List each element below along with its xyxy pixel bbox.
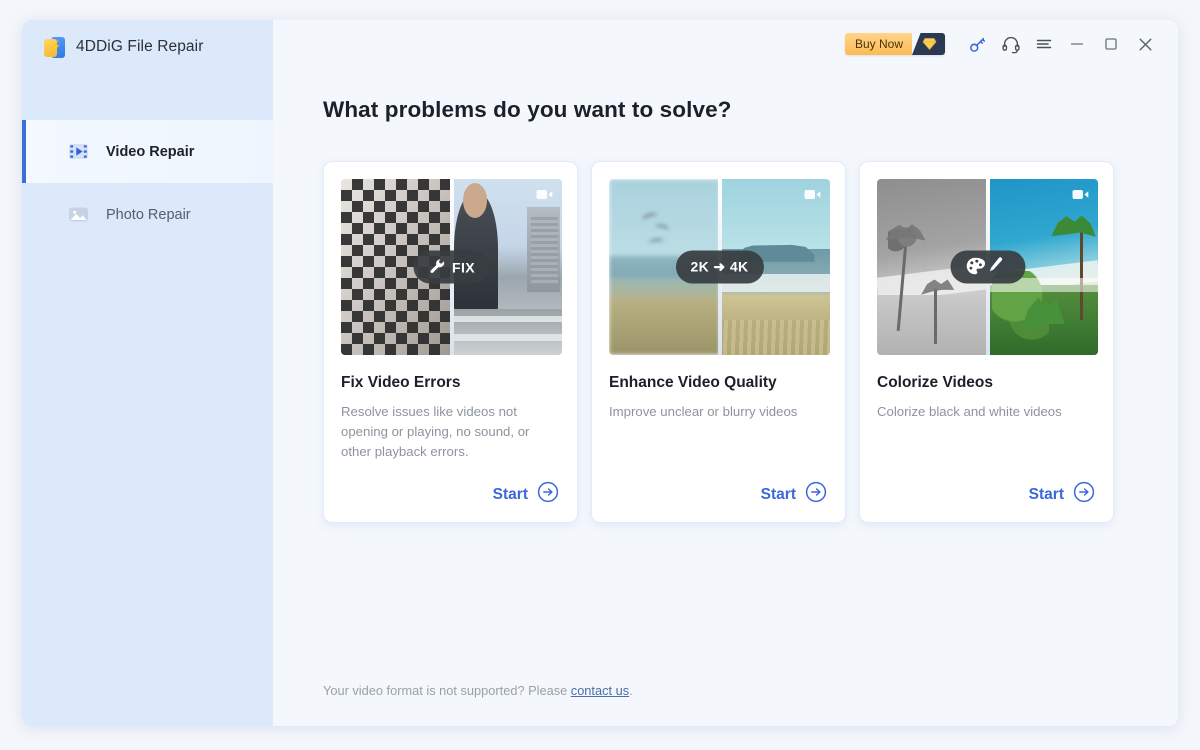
headset-icon[interactable] <box>994 28 1027 61</box>
card-grid: FIX Fix Video Errors Resolve issues like… <box>323 161 1178 523</box>
footer-text: Your video format is not supported? Plea… <box>323 683 571 698</box>
arrow-right-circle-icon <box>537 481 559 508</box>
card-badge-text: 2K ➜ 4K <box>690 259 748 276</box>
video-film-icon <box>66 139 91 164</box>
photo-image-icon <box>66 202 91 227</box>
main-content: What problems do you want to solve? <box>273 97 1178 523</box>
main-area: Buy Now <box>273 20 1178 726</box>
hamburger-menu-icon[interactable] <box>1027 28 1060 61</box>
close-icon[interactable] <box>1128 28 1162 61</box>
card-thumbnail: FIX <box>341 179 562 355</box>
card-badge-text: FIX <box>452 259 475 275</box>
card-description: Resolve issues like videos not opening o… <box>341 402 560 462</box>
maximize-icon[interactable] <box>1094 28 1128 61</box>
titlebar: Buy Now <box>273 20 1178 68</box>
diamond-gem-icon <box>912 33 945 55</box>
footer-note: Your video format is not supported? Plea… <box>323 683 633 698</box>
card-badge: FIX <box>413 251 490 284</box>
app-logo-icon: ⚡ <box>44 37 65 58</box>
card-title: Fix Video Errors <box>341 374 560 392</box>
app-brand: ⚡ 4DDiG File Repair <box>22 20 273 74</box>
sidebar-item-label: Video Repair <box>106 144 194 160</box>
sidebar-item-video-repair[interactable]: Video Repair <box>22 120 273 183</box>
start-button[interactable]: Start <box>761 481 827 508</box>
footer-tail: . <box>629 683 633 698</box>
app-window: ⚡ 4DDiG File Repair <box>22 20 1178 726</box>
card-title: Enhance Video Quality <box>609 374 828 392</box>
page-title: What problems do you want to solve? <box>323 97 1178 123</box>
card-title: Colorize Videos <box>877 374 1096 392</box>
start-label: Start <box>1029 486 1064 504</box>
card-enhance-video-quality[interactable]: 2K ➜ 4K Enhance Video Quality Improve un… <box>591 161 846 523</box>
buy-now-button[interactable]: Buy Now <box>845 33 945 55</box>
start-label: Start <box>761 486 796 504</box>
video-camera-icon <box>1072 188 1089 206</box>
palette-brush-icon <box>965 256 1003 278</box>
minimize-icon[interactable] <box>1060 28 1094 61</box>
start-label: Start <box>493 486 528 504</box>
arrow-right-circle-icon <box>805 481 827 508</box>
start-button[interactable]: Start <box>493 481 559 508</box>
arrow-right-circle-icon <box>1073 481 1095 508</box>
contact-us-link[interactable]: contact us <box>571 683 629 698</box>
app-title: 4DDiG File Repair <box>76 38 203 56</box>
start-button[interactable]: Start <box>1029 481 1095 508</box>
sidebar-nav: Video Repair Photo Repair <box>22 120 273 246</box>
card-description: Colorize black and white videos <box>877 402 1096 422</box>
sidebar: ⚡ 4DDiG File Repair <box>22 20 273 726</box>
card-badge <box>950 251 1025 284</box>
sidebar-item-photo-repair[interactable]: Photo Repair <box>22 183 273 246</box>
wrench-icon <box>428 257 445 277</box>
card-colorize-videos[interactable]: Colorize Videos Colorize black and white… <box>859 161 1114 523</box>
card-thumbnail <box>877 179 1098 355</box>
video-camera-icon <box>804 188 821 206</box>
key-icon[interactable] <box>961 28 994 61</box>
buy-now-label: Buy Now <box>845 33 912 55</box>
card-thumbnail: 2K ➜ 4K <box>609 179 830 355</box>
video-camera-icon <box>536 188 553 206</box>
card-fix-video-errors[interactable]: FIX Fix Video Errors Resolve issues like… <box>323 161 578 523</box>
sidebar-item-label: Photo Repair <box>106 207 191 223</box>
card-description: Improve unclear or blurry videos <box>609 402 828 422</box>
card-badge: 2K ➜ 4K <box>675 251 763 284</box>
